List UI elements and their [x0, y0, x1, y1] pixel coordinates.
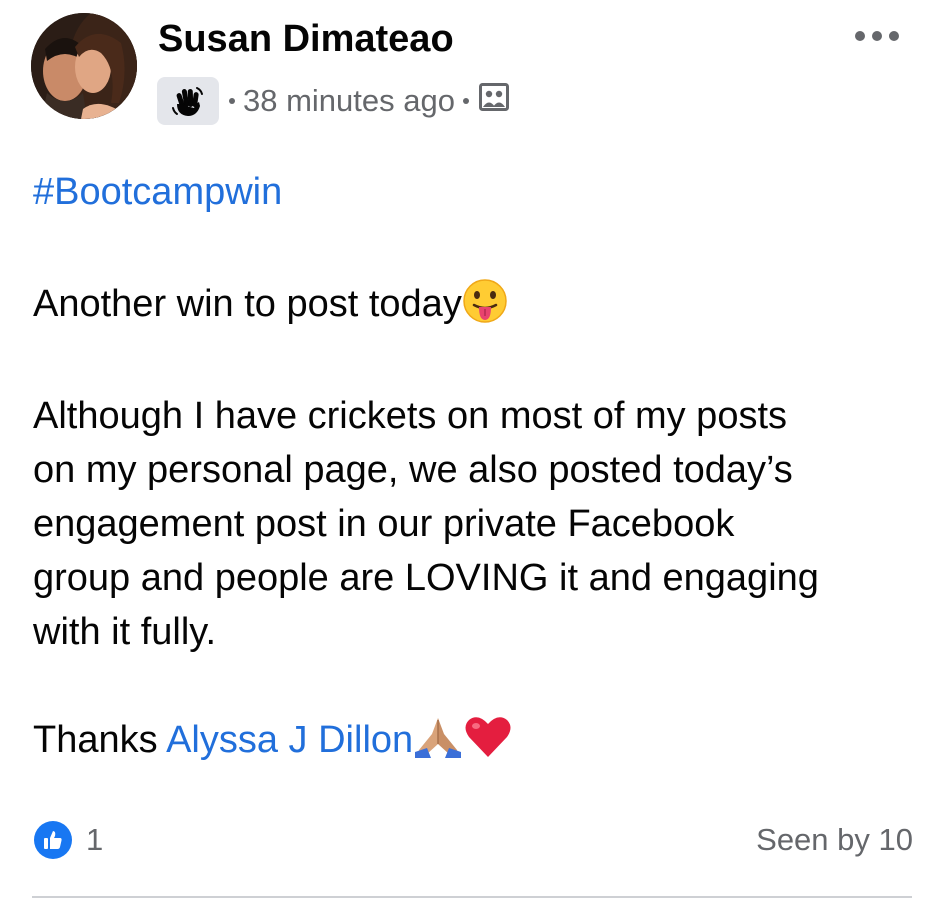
tongue-out-face-emoji: [462, 278, 508, 339]
separator-dot: [462, 98, 469, 104]
avatar[interactable]: [31, 13, 137, 119]
waving-hand-icon[interactable]: [157, 77, 219, 125]
thanks-text: Thanks: [33, 719, 167, 761]
folded-hands-emoji: [413, 714, 463, 775]
separator-dot: [229, 98, 235, 104]
post-timestamp[interactable]: 38 minutes ago: [243, 83, 455, 119]
group-members-icon[interactable]: [478, 83, 509, 119]
post-text: Another win to post today: [33, 283, 462, 325]
post-paragraph-line: on my personal page, we also posted toda…: [33, 449, 793, 491]
post-paragraph-line: group and people are LOVING it and engag…: [33, 557, 819, 599]
hashtag-link[interactable]: #Bootcampwin: [33, 165, 282, 219]
post-card: Susan Dimateao 38 minutes ago #Bootcampw…: [0, 0, 945, 900]
post-paragraph-line: engagement post in our private Facebook: [33, 503, 735, 545]
reactions-summary[interactable]: 1: [34, 818, 103, 862]
post-paragraph-line: Although I have crickets on most of my p…: [33, 395, 788, 437]
post-paragraph-line: with it fully.: [33, 611, 217, 653]
thanks-line: Thanks Alyssa J Dillon: [33, 713, 513, 775]
post-line: Another win to post today: [33, 277, 508, 339]
like-icon: [34, 821, 72, 859]
red-heart-emoji: [463, 714, 513, 775]
post-meta: 38 minutes ago: [157, 77, 509, 125]
mention-link[interactable]: Alyssa J Dillon: [166, 719, 413, 761]
more-options-icon[interactable]: [842, 22, 912, 50]
reaction-count: 1: [86, 822, 104, 857]
author-name[interactable]: Susan Dimateao: [158, 16, 454, 62]
seen-by-count[interactable]: Seen by 10: [756, 818, 913, 862]
divider: [32, 896, 912, 898]
